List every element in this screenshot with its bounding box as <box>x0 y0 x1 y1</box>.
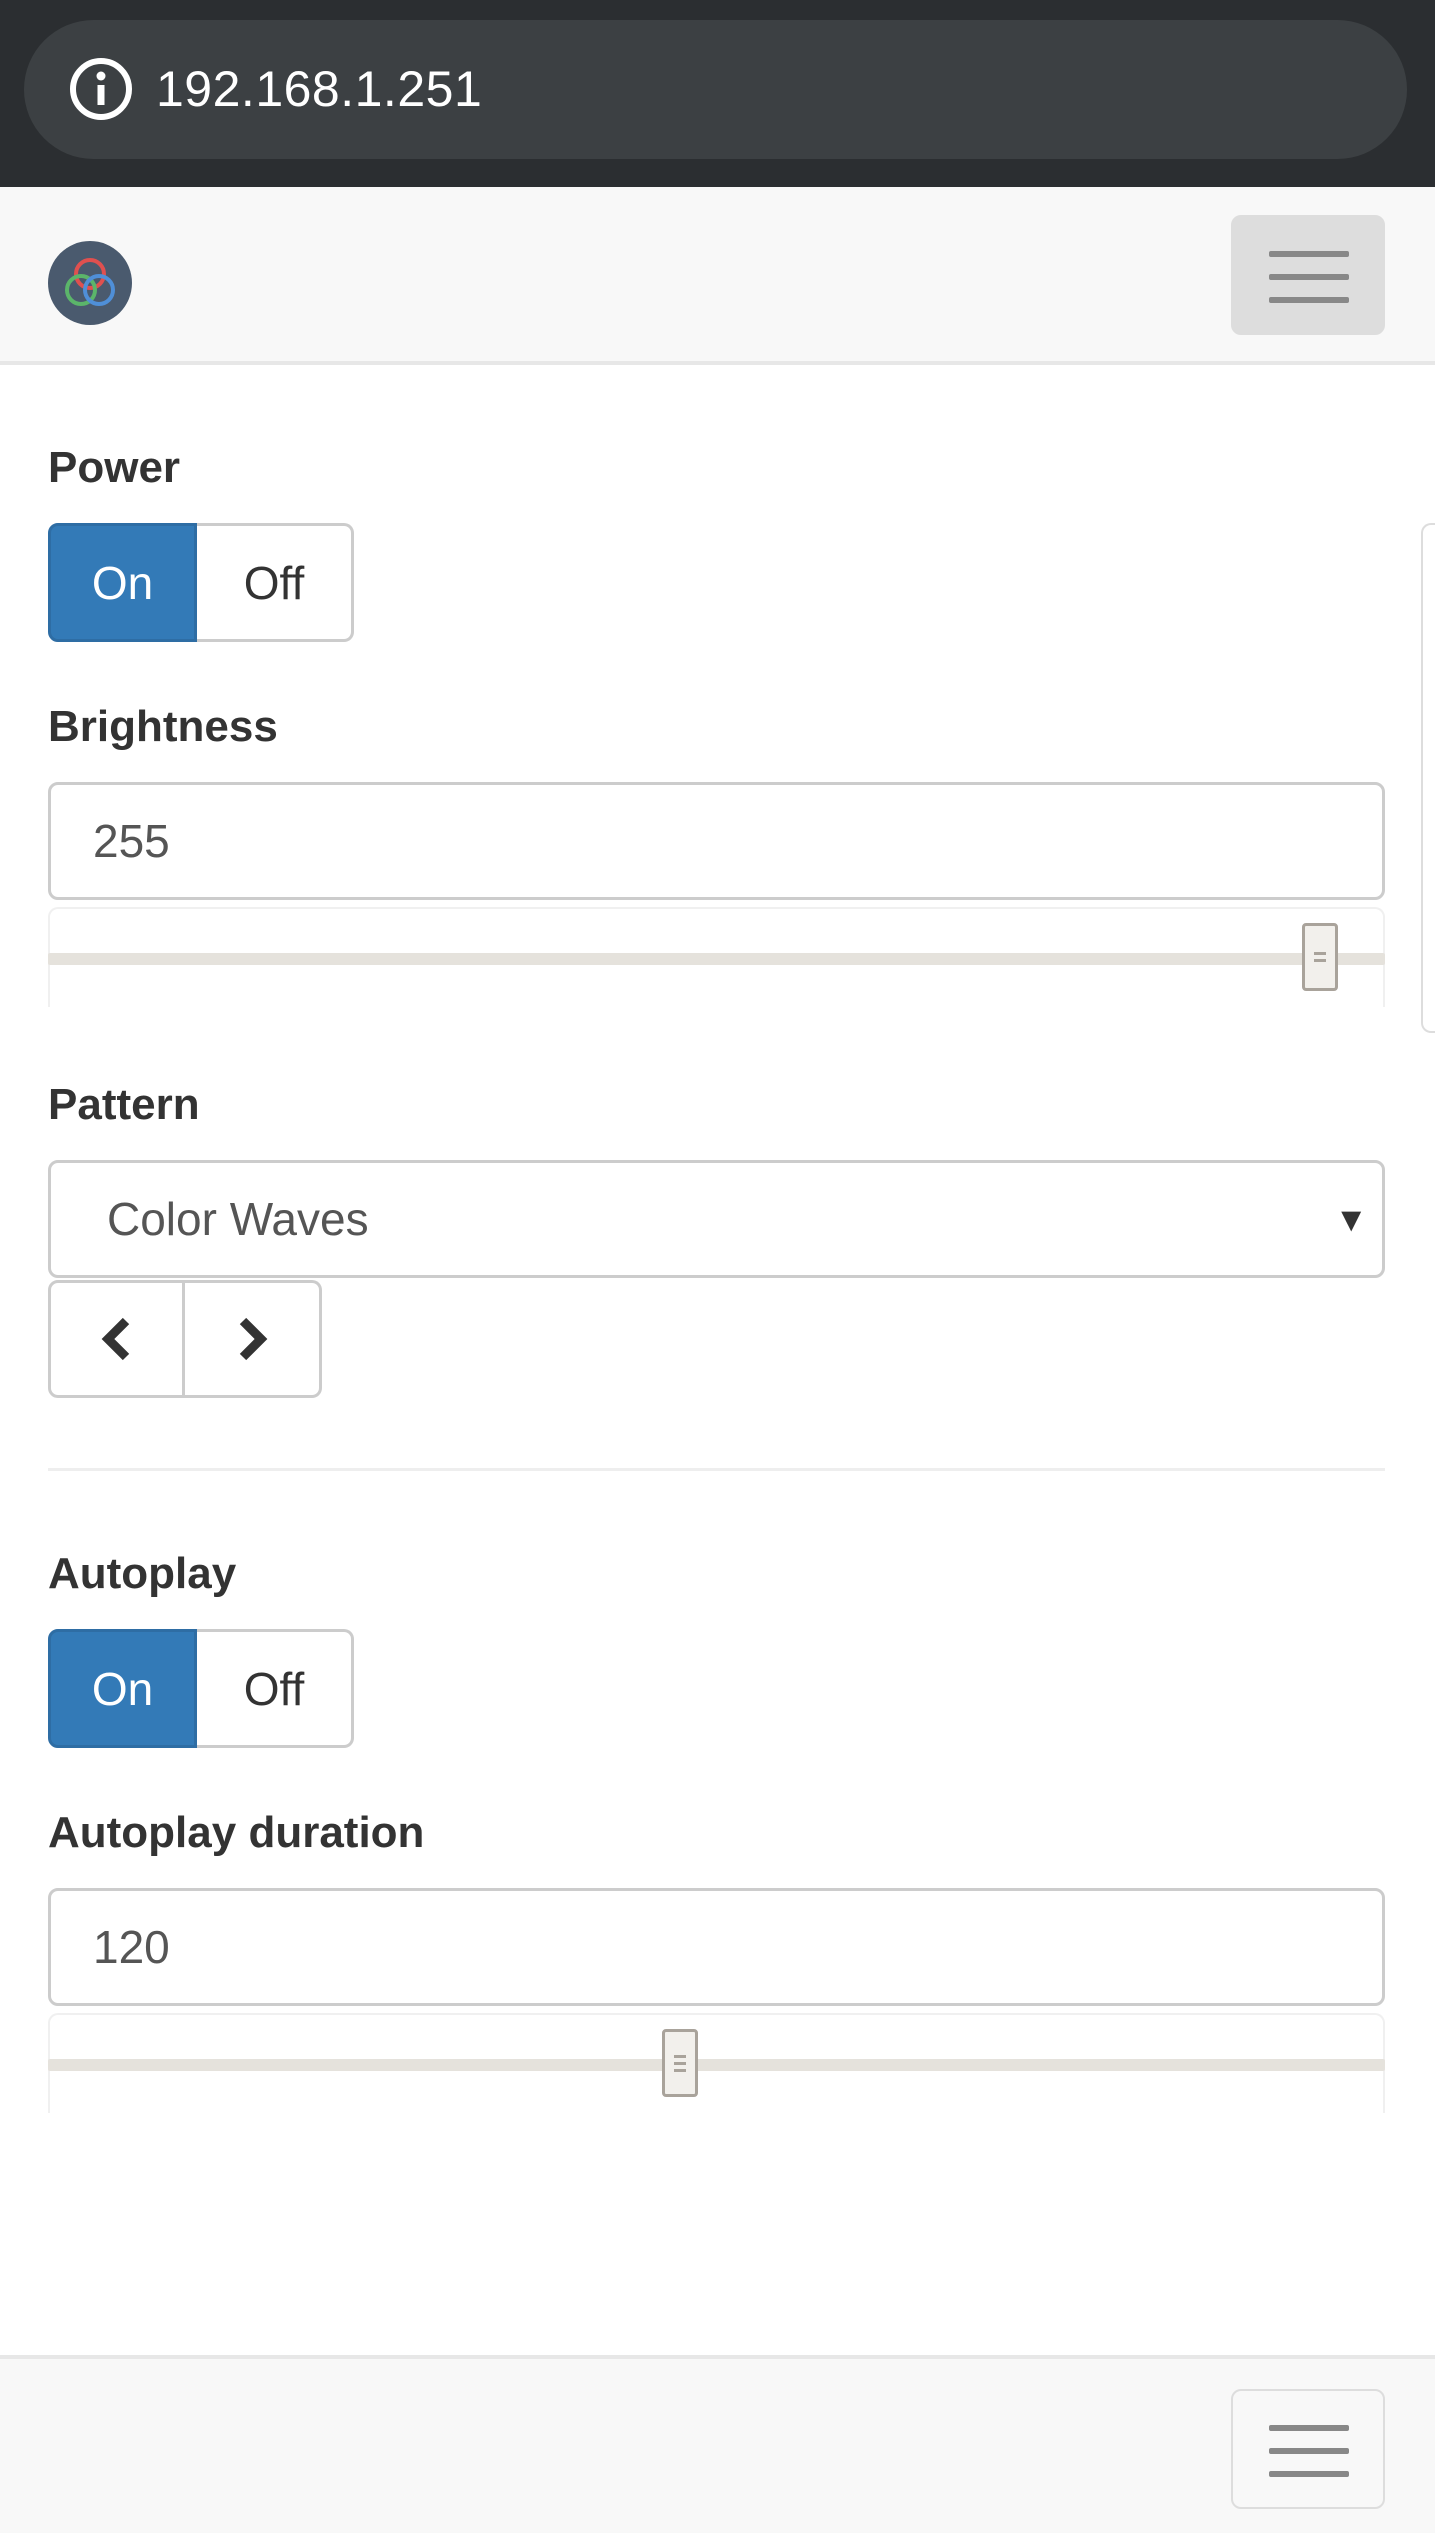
slider-handle[interactable] <box>662 2029 698 2097</box>
chevron-right-icon <box>239 1317 268 1361</box>
power-label: Power <box>48 443 181 492</box>
slider-track <box>48 953 1385 965</box>
rgb-rings-logo[interactable] <box>47 240 133 326</box>
slider-track <box>48 2059 1385 2071</box>
menu-toggle-button[interactable] <box>1231 215 1385 335</box>
autoplay-off-button[interactable]: Off <box>197 1629 354 1748</box>
pattern-nav-group <box>48 1280 322 1398</box>
power-on-button[interactable]: On <box>48 523 197 642</box>
bottom-navbar <box>0 2355 1435 2533</box>
section-divider <box>48 1468 1385 1471</box>
next-pattern-button[interactable] <box>185 1280 322 1398</box>
pattern-label: Pattern <box>48 1080 200 1129</box>
brightness-slider[interactable] <box>48 907 1385 1007</box>
pattern-select[interactable]: Color Waves ▼ <box>48 1160 1385 1278</box>
bottom-menu-toggle-button[interactable] <box>1231 2389 1385 2509</box>
autoplay-label: Autoplay <box>48 1549 237 1598</box>
browser-toolbar: 192.168.1.251 <box>0 0 1435 187</box>
pattern-selected-value: Color Waves <box>107 1193 369 1245</box>
address-bar[interactable]: 192.168.1.251 <box>24 20 1407 159</box>
info-icon[interactable] <box>68 56 134 122</box>
previous-pattern-button[interactable] <box>48 1280 185 1398</box>
power-off-button[interactable]: Off <box>197 523 354 642</box>
power-toggle-group: On Off <box>48 523 354 642</box>
autoplay-toggle-group: On Off <box>48 1629 354 1748</box>
slider-handle[interactable] <box>1302 923 1338 991</box>
url-text[interactable]: 192.168.1.251 <box>156 58 482 120</box>
chevron-left-icon <box>101 1317 129 1361</box>
dropdown-caret-icon: ▼ <box>1334 1201 1368 1239</box>
brightness-input[interactable]: 255 <box>48 782 1385 900</box>
autoplay-duration-input[interactable]: 120 <box>48 1888 1385 2006</box>
navbar <box>0 187 1435 365</box>
autoplay-on-button[interactable]: On <box>48 1629 197 1748</box>
brightness-label: Brightness <box>48 702 278 751</box>
autoplay-duration-slider[interactable] <box>48 2013 1385 2113</box>
side-panel-edge <box>1421 523 1435 1033</box>
autoplay-duration-label: Autoplay duration <box>48 1808 425 1857</box>
